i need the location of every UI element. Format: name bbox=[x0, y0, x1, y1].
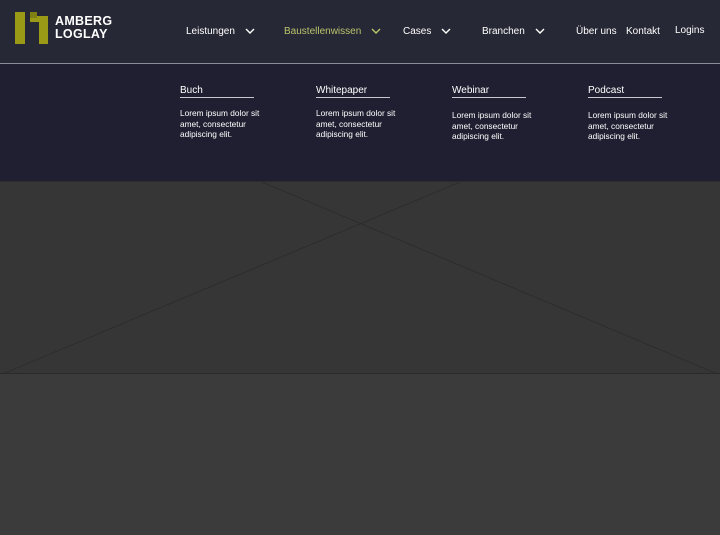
nav-item-label: Baustellenwissen bbox=[284, 25, 362, 37]
nav-item-logins[interactable]: Logins bbox=[675, 21, 704, 39]
nav-item-label: Branchen bbox=[482, 25, 525, 37]
mega-menu-description: Lorem ipsum dolor sit amet, consectetur … bbox=[316, 108, 396, 139]
mega-menu-description: Lorem ipsum dolor sit amet, consectetur … bbox=[588, 110, 668, 141]
mega-menu-link-podcast[interactable]: Podcast bbox=[588, 85, 662, 98]
mega-menu-column-buch: Buch Lorem ipsum dolor sit amet, consect… bbox=[180, 85, 272, 140]
mega-menu-baustellenwissen: Buch Lorem ipsum dolor sit amet, consect… bbox=[0, 64, 720, 181]
amberg-loglay-logo-icon[interactable] bbox=[15, 12, 49, 44]
chevron-down-icon bbox=[245, 28, 255, 34]
nav-item-ueber-uns[interactable]: Über uns bbox=[576, 22, 617, 40]
mega-menu-link-whitepaper[interactable]: Whitepaper bbox=[316, 85, 390, 98]
content-placeholder bbox=[0, 374, 720, 535]
site-header: AMBERG LOGLAY Leistungen Baustellenwisse… bbox=[0, 0, 720, 64]
chevron-down-icon bbox=[441, 28, 451, 34]
nav-item-label: Leistungen bbox=[186, 25, 235, 37]
mega-menu-column-whitepaper: Whitepaper Lorem ipsum dolor sit amet, c… bbox=[316, 85, 408, 140]
mega-menu-description: Lorem ipsum dolor sit amet, consectetur … bbox=[180, 108, 260, 139]
mega-menu-description: Lorem ipsum dolor sit amet, consectetur … bbox=[452, 110, 532, 141]
brand-wordmark[interactable]: AMBERG LOGLAY bbox=[55, 15, 112, 41]
nav-item-baustellenwissen[interactable]: Baustellenwissen bbox=[284, 22, 381, 40]
chevron-down-icon bbox=[535, 28, 545, 34]
placeholder-cross-lines bbox=[0, 182, 720, 375]
nav-item-kontakt[interactable]: Kontakt bbox=[626, 22, 660, 40]
brand-line-2: LOGLAY bbox=[55, 27, 108, 41]
mega-menu-column-podcast: Podcast Lorem ipsum dolor sit amet, cons… bbox=[588, 85, 680, 142]
nav-item-label: Cases bbox=[403, 25, 432, 37]
nav-item-cases[interactable]: Cases bbox=[403, 22, 451, 40]
nav-item-label: Kontakt bbox=[626, 25, 660, 37]
mega-menu-link-webinar[interactable]: Webinar bbox=[452, 85, 526, 98]
nav-item-label: Über uns bbox=[576, 25, 617, 37]
hero-image-placeholder bbox=[0, 181, 720, 375]
mega-menu-link-buch[interactable]: Buch bbox=[180, 85, 254, 98]
nav-item-leistungen[interactable]: Leistungen bbox=[186, 22, 255, 40]
nav-item-branchen[interactable]: Branchen bbox=[482, 22, 545, 40]
nav-item-label: Logins bbox=[675, 24, 705, 36]
mega-menu-column-webinar: Webinar Lorem ipsum dolor sit amet, cons… bbox=[452, 85, 544, 142]
chevron-down-icon bbox=[371, 28, 381, 34]
